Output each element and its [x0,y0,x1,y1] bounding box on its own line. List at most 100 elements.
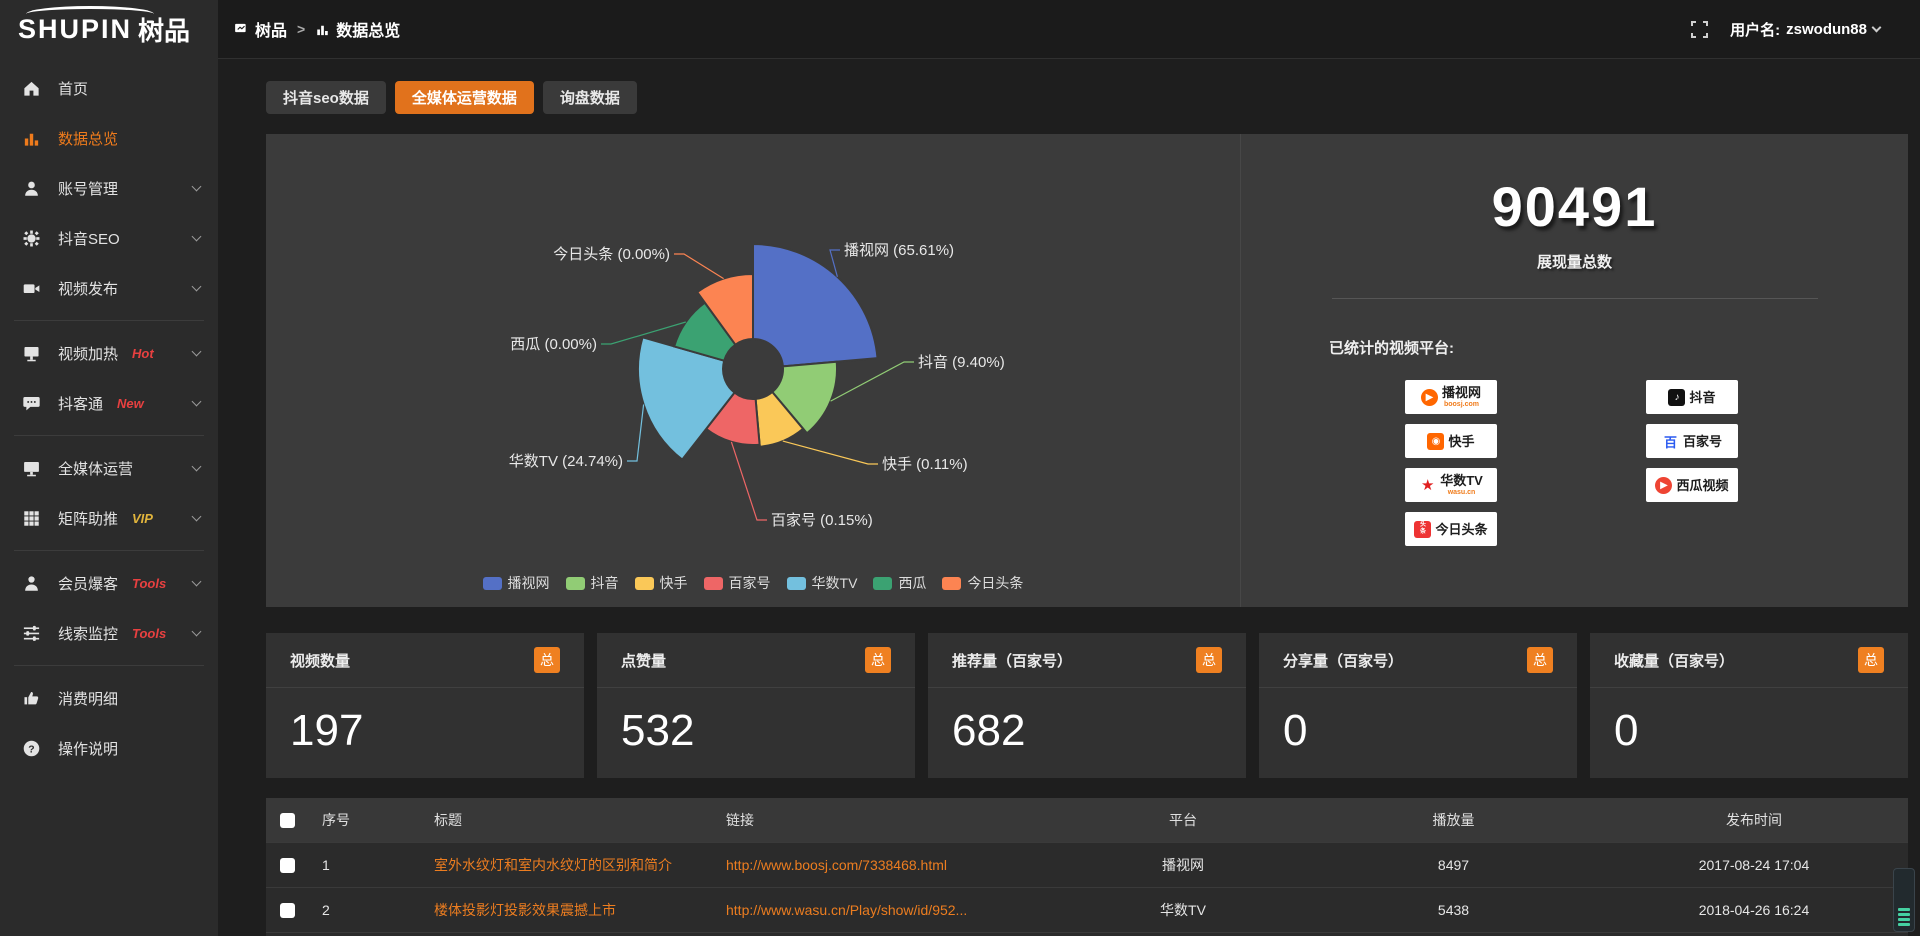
breadcrumb-item[interactable]: 树品 [234,17,287,41]
legend-chip [873,577,892,590]
pie-label-今日头条: 今日头条 (0.00%) [553,246,670,263]
stat-card-title: 分享量（百家号） [1283,650,1403,671]
stat-cards-row: 视频数量总197点赞量总532推荐量（百家号）总682分享量（百家号）总0收藏量… [266,633,1908,778]
user-label: 用户名: [1730,19,1780,40]
sidebar-item-账号管理[interactable]: 账号管理 [0,163,218,213]
fullscreen-icon[interactable] [1691,21,1708,38]
stat-card-header: 收藏量（百家号）总 [1590,633,1908,688]
sidebar-item-label: 会员爆客 [58,573,118,594]
legend-item-快手[interactable]: 快手 [635,573,688,593]
sidebar-divider [14,320,204,321]
stat-card-header: 推荐量（百家号） 总 [928,633,1246,688]
chevron-down-icon [192,577,202,587]
pie-label-line [627,405,644,462]
sidebar-item-数据总览[interactable]: 数据总览 [0,113,218,163]
stat-card-header: 点赞量总 [597,633,915,688]
sidebar-item-首页[interactable]: 首页 [0,63,218,113]
stat-card-title: 视频数量 [290,650,350,671]
table-body: 1室外水纹灯和室内水纹灯的区别和简介http://www.boosj.com/7… [266,842,1908,936]
cell-url-link[interactable]: http://www.boosj.com/7338468.html [714,857,1059,873]
legend-item-播视网[interactable]: 播视网 [483,573,550,593]
legend-chip [483,577,502,590]
sidebar-item-抖音SEO[interactable]: 抖音SEO [0,213,218,263]
widget-bar-icon [1898,913,1910,916]
breadcrumb-label: 数据总览 [336,17,400,41]
tab-询盘数据[interactable]: 询盘数据 [543,81,637,114]
pie-label-华数TV: 华数TV (24.74%) [509,453,623,470]
sidebar-item-消费明细[interactable]: 消费明细 [0,673,218,723]
breadcrumb-item[interactable]: 数据总览 [315,17,400,41]
legend-item-西瓜[interactable]: 西瓜 [873,573,926,593]
platform-name: 播视网 [1442,386,1481,399]
cell-url-link[interactable]: http://www.wasu.cn/Play/show/id/952... [714,902,1059,918]
platform-badge-百家号: 百百家号 [1646,424,1738,458]
chart-icon [22,129,41,148]
chevron-down-icon [192,347,202,357]
tab-抖音seo数据[interactable]: 抖音seo数据 [266,81,386,114]
legend-label: 抖音 [591,573,619,593]
column-header-平台: 平台 [1059,810,1307,830]
legend-chip [942,577,961,590]
summary-divider [1332,298,1818,299]
legend-chip [566,577,585,590]
user-menu[interactable]: 用户名: zswodun88 [1730,19,1880,40]
total-badge: 总 [865,647,891,673]
sidebar-item-矩阵助推[interactable]: 矩阵助推VIP [0,493,218,543]
pie-slice-播视网[interactable] [753,244,878,366]
sidebar-item-label: 消费明细 [58,688,118,709]
sidebar-item-抖客通[interactable]: 抖客通New [0,378,218,428]
stat-card-点赞量: 点赞量总532 [597,633,915,778]
legend-item-华数TV[interactable]: 华数TV [787,573,858,593]
tab-全媒体运营数据[interactable]: 全媒体运营数据 [395,81,534,114]
cell-title-link[interactable]: 楼体投影灯投影效果震撼上市 [422,900,714,920]
platform-sub: wasu.cn [1448,489,1476,496]
heat-icon [22,344,41,363]
sidebar-item-视频加热[interactable]: 视频加热Hot [0,328,218,378]
platform-badge-华数TV: ★华数TVwasu.cn [1405,468,1497,502]
platform-name: 快手 [1448,435,1474,448]
sidebar-item-视频发布[interactable]: 视频发布 [0,263,218,313]
sidebar-item-线索监控[interactable]: 线索监控Tools [0,608,218,658]
select-all-checkbox[interactable] [280,813,295,828]
row-checkbox[interactable] [280,903,295,918]
topbar: SHUPIN 树品 树品>数据总览 用户名: zswodun88 [0,0,1920,58]
column-header-发布时间: 发布时间 [1600,810,1908,830]
floating-widget[interactable] [1893,868,1915,932]
sidebar-item-操作说明[interactable]: ?操作说明 [0,723,218,773]
stat-card-title: 推荐量（百家号） [952,650,1072,671]
rose-pie-chart: 播视网 (65.61%)抖音 (9.40%)快手 (0.11%)百家号 (0.1… [266,134,1241,607]
publish-icon [22,279,41,298]
sidebar-item-label: 抖音SEO [58,228,120,249]
legend-item-抖音[interactable]: 抖音 [566,573,619,593]
stat-card-header: 分享量（百家号）总 [1259,633,1577,688]
legend-label: 今日头条 [967,573,1023,593]
stat-card-视频数量: 视频数量总197 [266,633,584,778]
pie-svg: 播视网 (65.61%)抖音 (9.40%)快手 (0.11%)百家号 (0.1… [266,134,1241,607]
table-row: 1室外水纹灯和室内水纹灯的区别和简介http://www.boosj.com/7… [266,842,1908,887]
chevron-down-icon [192,282,202,292]
grid-icon [22,509,41,528]
cell-title-link[interactable]: 室外水纹灯和室内水纹灯的区别和简介 [422,855,714,875]
pie-label-西瓜: 西瓜 (0.00%) [510,336,597,353]
main-content: 抖音seo数据全媒体运营数据询盘数据 播视网 (65.61%)抖音 (9.40%… [218,58,1920,936]
widget-bar-icon [1898,923,1910,926]
pie-label-抖音: 抖音 (9.40%) [918,354,1005,371]
sidebar-item-会员爆客[interactable]: 会员爆客Tools [0,558,218,608]
username: zswodun88 [1786,21,1867,38]
sliders-icon [22,624,41,643]
chevron-down-icon [192,462,202,472]
row-checkbox[interactable] [280,858,295,873]
sidebar-item-label: 视频加热 [58,343,118,364]
legend-item-今日头条[interactable]: 今日头条 [942,573,1023,593]
stat-card-value: 0 [1259,688,1577,756]
total-badge: 总 [1196,647,1222,673]
cell-serial: 1 [310,857,422,873]
chart-legend: 播视网 抖音快手 百家号华数TV 西瓜 今日头条 [266,573,1240,593]
legend-item-百家号[interactable]: 百家号 [704,573,771,593]
sidebar-item-badge: New [117,396,144,411]
legend-label: 播视网 [508,573,550,593]
legend-label: 百家号 [729,573,771,593]
total-badge: 总 [1858,647,1884,673]
sidebar-item-全媒体运营[interactable]: 全媒体运营 [0,443,218,493]
gear-icon [22,229,41,248]
